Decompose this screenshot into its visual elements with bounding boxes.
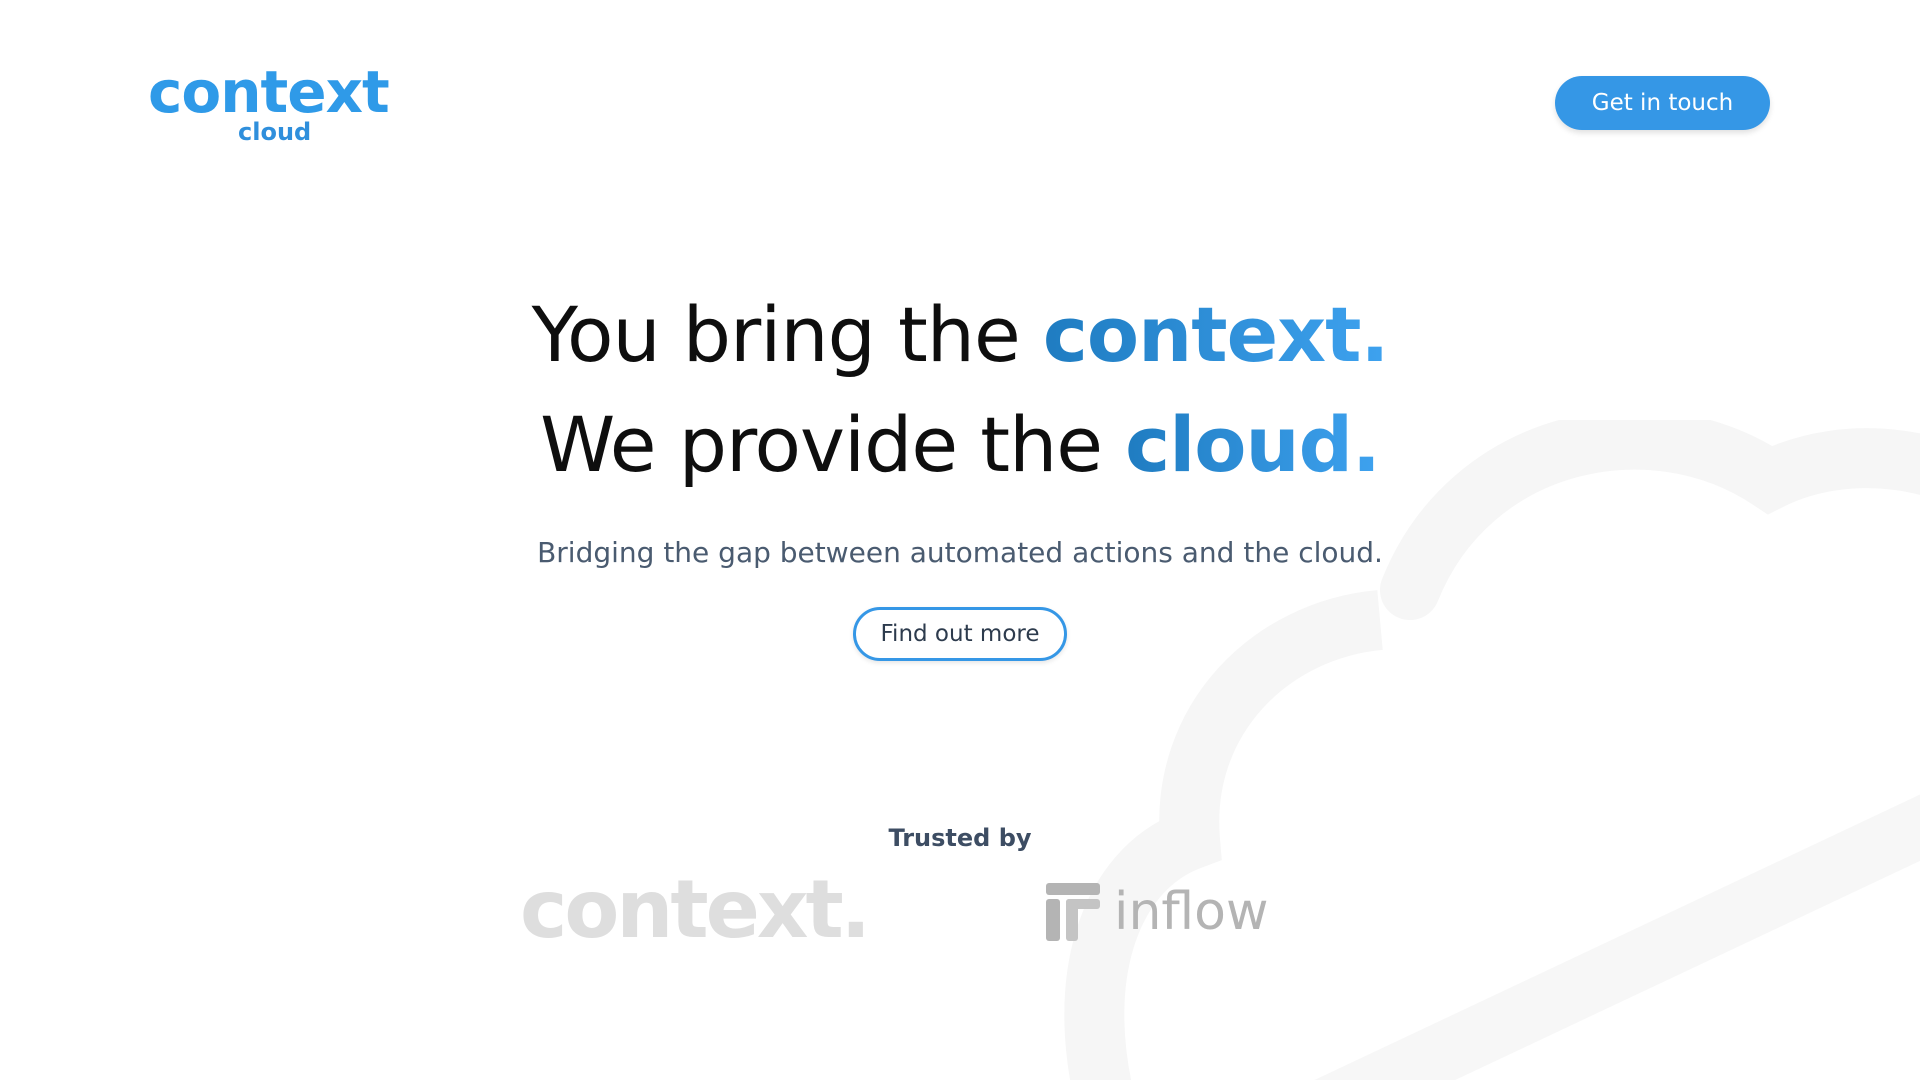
- hero-section: You bring the context. We provide the cl…: [0, 280, 1920, 661]
- site-logo[interactable]: context cloud: [148, 58, 390, 148]
- headline-line2-highlight: cloud.: [1125, 400, 1381, 489]
- landing-page: context cloud Get in touch You bring the…: [0, 0, 1920, 1080]
- headline-line1: You bring the context.: [531, 290, 1390, 379]
- headline-line2: We provide the cloud.: [540, 400, 1381, 489]
- headline-line1-prefix: You bring the: [531, 290, 1043, 379]
- inflow-wordmark: inflow: [1114, 882, 1269, 942]
- hero-headline: You bring the context. We provide the cl…: [0, 280, 1920, 500]
- trusted-brand-inflow: inflow: [1046, 882, 1269, 942]
- hero-subtext: Bridging the gap between automated actio…: [537, 536, 1383, 569]
- headline-line2-prefix: We provide the: [540, 400, 1126, 489]
- trusted-brand-context: context.: [520, 863, 871, 956]
- find-out-more-button[interactable]: Find out more: [853, 607, 1067, 661]
- headline-line1-highlight: context.: [1042, 290, 1389, 379]
- logo-subtitle: cloud: [238, 118, 312, 146]
- inflow-logo-icon: [1046, 883, 1100, 941]
- logo-wordmark: context: [148, 58, 390, 126]
- get-in-touch-button[interactable]: Get in touch: [1555, 76, 1770, 130]
- trusted-by-heading: Trusted by: [888, 824, 1032, 852]
